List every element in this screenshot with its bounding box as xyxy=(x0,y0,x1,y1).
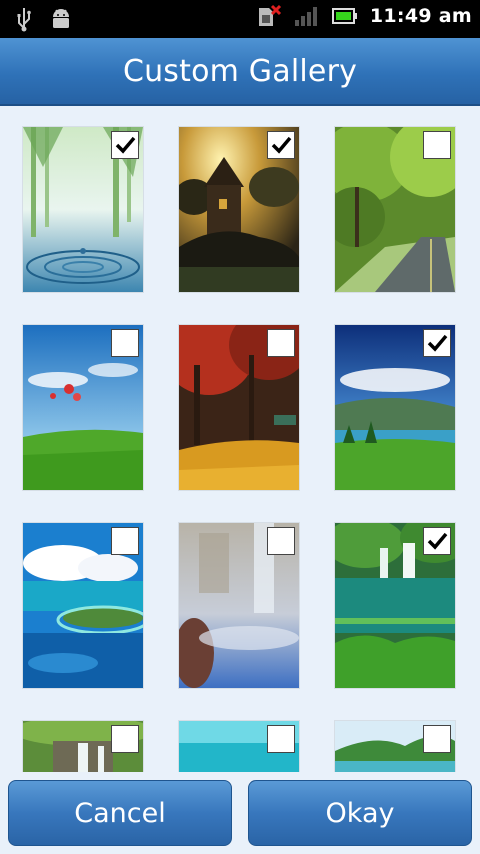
gallery-item-green-tree-road[interactable] xyxy=(335,127,455,292)
usb-icon xyxy=(16,6,32,32)
checkbox-unchecked[interactable] xyxy=(423,725,451,753)
no-sim-icon xyxy=(256,4,282,28)
checkbox-unchecked[interactable] xyxy=(111,725,139,753)
status-bar: 11:49 am xyxy=(0,0,480,38)
cancel-button[interactable]: Cancel xyxy=(8,780,232,846)
gallery-item-tower-house-sunset[interactable] xyxy=(179,127,299,292)
gallery-item-turquoise-sea[interactable] xyxy=(179,721,299,772)
gallery-item-balloons-field[interactable] xyxy=(23,325,143,490)
checkbox-unchecked[interactable] xyxy=(267,527,295,555)
checkbox-checked[interactable] xyxy=(423,329,451,357)
checkbox-unchecked[interactable] xyxy=(423,131,451,159)
okay-button[interactable]: Okay xyxy=(248,780,472,846)
checkbox-unchecked[interactable] xyxy=(267,725,295,753)
battery-icon xyxy=(331,7,358,25)
checkbox-unchecked[interactable] xyxy=(111,329,139,357)
page-title: Custom Gallery xyxy=(122,53,358,89)
gallery-item-mountain-lake-meadow[interactable] xyxy=(335,325,455,490)
gallery-item-water-drop-forest[interactable] xyxy=(23,127,143,292)
gallery-item-green-hills-sea[interactable] xyxy=(335,721,455,772)
checkbox-unchecked[interactable] xyxy=(267,329,295,357)
checkbox-checked[interactable] xyxy=(267,131,295,159)
checkbox-checked[interactable] xyxy=(111,131,139,159)
checkbox-unchecked[interactable] xyxy=(111,527,139,555)
title-bar: Custom Gallery xyxy=(0,38,480,106)
gallery-item-waterfall-cliff[interactable] xyxy=(23,721,143,772)
signal-icon xyxy=(294,5,320,27)
gallery-item-autumn-forest[interactable] xyxy=(179,325,299,490)
gallery-item-tropical-island[interactable] xyxy=(23,523,143,688)
gallery-item-jungle-waterfall-pool[interactable] xyxy=(335,523,455,688)
android-debug-icon xyxy=(50,7,72,31)
clock: 11:49 am xyxy=(369,5,472,27)
gallery-item-mist-waterfall[interactable] xyxy=(179,523,299,688)
checkbox-checked[interactable] xyxy=(423,527,451,555)
gallery-grid xyxy=(0,104,480,772)
